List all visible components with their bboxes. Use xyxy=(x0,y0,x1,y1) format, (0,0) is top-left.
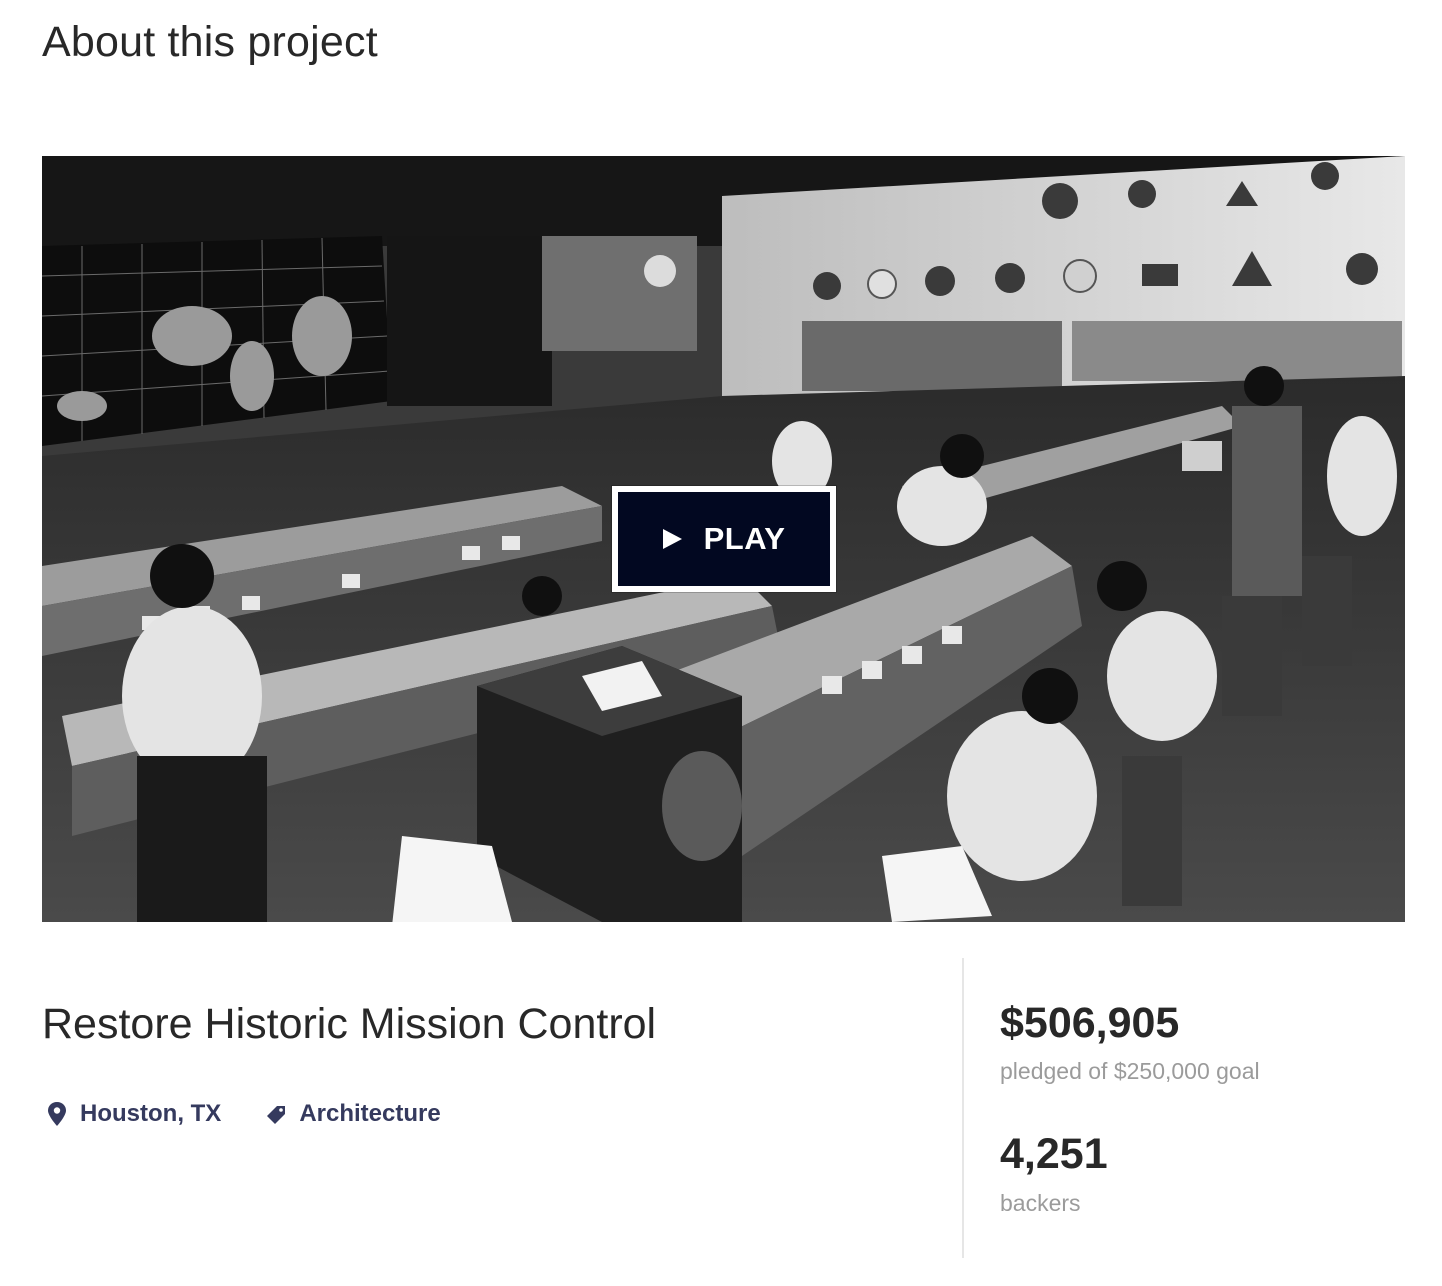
location-pin-icon xyxy=(48,1102,66,1126)
category-label: Architecture xyxy=(299,1100,441,1127)
project-meta: Houston, TX Architecture xyxy=(46,1100,441,1128)
section-title: About this project xyxy=(42,18,378,66)
backers-count: 4,251 xyxy=(1000,1130,1108,1178)
pledged-goal-label: pledged of $250,000 goal xyxy=(1000,1058,1260,1084)
location-label: Houston, TX xyxy=(80,1100,222,1127)
play-label: PLAY xyxy=(703,521,786,556)
play-icon xyxy=(662,529,682,549)
backers-label: backers xyxy=(1000,1190,1081,1216)
stats-divider xyxy=(962,958,964,1258)
project-title: Restore Historic Mission Control xyxy=(42,1000,657,1048)
pledged-amount: $506,905 xyxy=(1000,999,1180,1047)
location-link[interactable]: Houston, TX xyxy=(46,1100,221,1128)
category-link[interactable]: Architecture xyxy=(265,1100,441,1128)
project-video[interactable]: PLAY xyxy=(42,156,1405,922)
tag-icon xyxy=(267,1106,286,1124)
play-button[interactable]: PLAY xyxy=(612,486,836,592)
